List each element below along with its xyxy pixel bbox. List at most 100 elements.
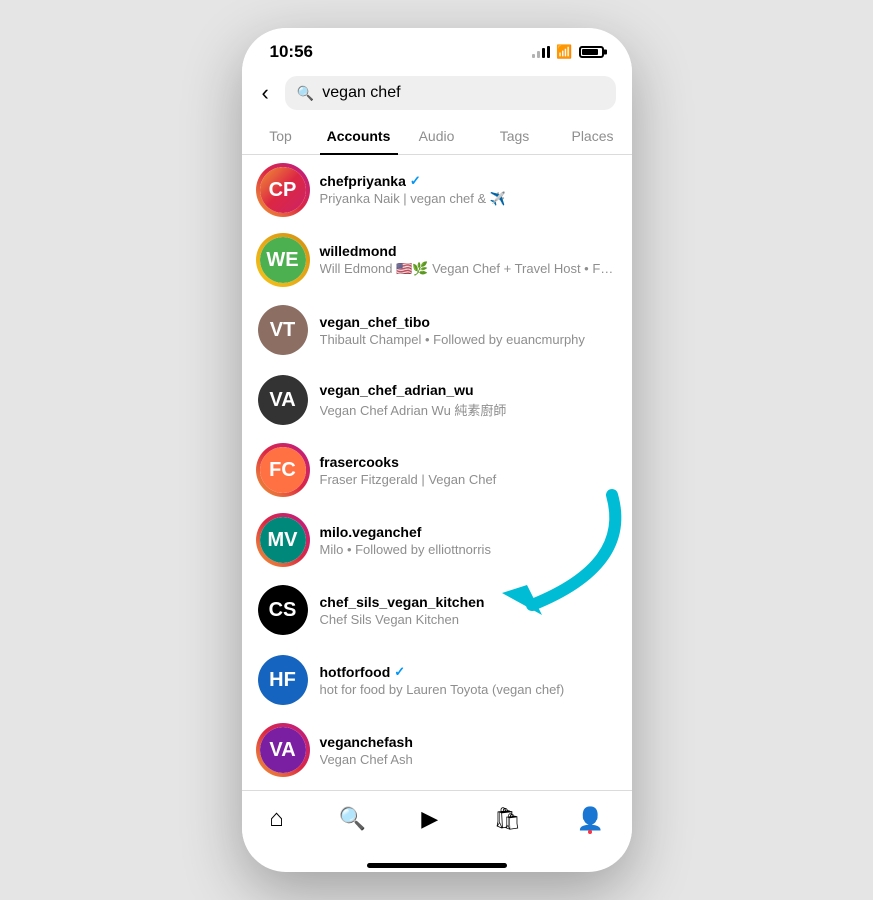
account-desc: Priyanka Naik | vegan chef & ✈️ bbox=[320, 191, 616, 207]
account-username: hotforfood ✓ bbox=[320, 664, 616, 680]
account-username: milo.veganchef bbox=[320, 524, 616, 540]
tab-top[interactable]: Top bbox=[242, 118, 320, 154]
battery-icon bbox=[579, 46, 604, 58]
account-info: veganchefash Vegan Chef Ash bbox=[320, 734, 616, 767]
search-nav-icon: 🔍 bbox=[339, 806, 366, 832]
account-info: vegan_chef_adrian_wu Vegan Chef Adrian W… bbox=[320, 382, 616, 419]
account-item[interactable]: VI veganchef_iceland Þorgerður Ólafsdótt… bbox=[242, 785, 632, 790]
search-header: ‹ 🔍 vegan chef bbox=[242, 68, 632, 118]
account-item[interactable]: CP chefpriyanka ✓ Priyanka Naik | vegan … bbox=[242, 155, 632, 225]
avatar-wrap: WE bbox=[258, 235, 308, 285]
tabs-bar: Top Accounts Audio Tags Places bbox=[242, 118, 632, 155]
account-desc: Milo • Followed by elliottnorris bbox=[320, 542, 616, 557]
avatar-wrap: HF bbox=[258, 655, 308, 705]
account-info: hotforfood ✓ hot for food by Lauren Toyo… bbox=[320, 664, 616, 697]
avatar-inner: WE bbox=[260, 237, 306, 283]
bottom-nav: ⌂ 🔍 ▶ 🛍 👤 bbox=[242, 790, 632, 857]
nav-home[interactable]: ⌂ bbox=[257, 801, 296, 837]
avatar: VA bbox=[260, 727, 306, 773]
account-info: willedmond Will Edmond 🇺🇸🌿 Vegan Chef + … bbox=[320, 243, 616, 277]
account-info: milo.veganchef Milo • Followed by elliot… bbox=[320, 524, 616, 557]
tab-accounts[interactable]: Accounts bbox=[320, 118, 398, 154]
status-time: 10:56 bbox=[270, 42, 313, 62]
account-username: frasercooks bbox=[320, 454, 616, 470]
search-bar[interactable]: 🔍 vegan chef bbox=[285, 76, 616, 110]
account-item[interactable]: FC frasercooks Fraser Fitzgerald | Vegan… bbox=[242, 435, 632, 505]
status-icons: 📶 bbox=[532, 44, 603, 60]
signal-icon bbox=[532, 46, 550, 58]
account-username: veganchefash bbox=[320, 734, 616, 750]
username-text: frasercooks bbox=[320, 454, 399, 470]
avatar-inner: MV bbox=[260, 517, 306, 563]
home-icon: ⌂ bbox=[269, 805, 284, 833]
account-info: frasercooks Fraser Fitzgerald | Vegan Ch… bbox=[320, 454, 616, 487]
tab-places[interactable]: Places bbox=[554, 118, 632, 154]
status-bar: 10:56 📶 bbox=[242, 28, 632, 68]
nav-reels[interactable]: ▶ bbox=[409, 802, 450, 836]
account-username: chefpriyanka ✓ bbox=[320, 173, 616, 189]
account-item[interactable]: CS chef_sils_vegan_kitchen Chef Sils Veg… bbox=[242, 575, 632, 645]
account-item[interactable]: MV milo.veganchef Milo • Followed by ell… bbox=[242, 505, 632, 575]
avatar: WE bbox=[260, 237, 306, 283]
wifi-icon: 📶 bbox=[556, 44, 572, 60]
profile-icon: 👤 bbox=[576, 806, 603, 832]
tab-tags[interactable]: Tags bbox=[476, 118, 554, 154]
username-text: veganchefash bbox=[320, 734, 413, 750]
avatar-wrap: VA bbox=[258, 375, 308, 425]
back-button[interactable]: ‹ bbox=[258, 76, 273, 110]
avatar: HF bbox=[258, 655, 308, 705]
nav-profile[interactable]: 👤 bbox=[564, 802, 615, 836]
account-item[interactable]: WE willedmond Will Edmond 🇺🇸🌿 Vegan Chef… bbox=[242, 225, 632, 295]
content-area: CP chefpriyanka ✓ Priyanka Naik | vegan … bbox=[242, 155, 632, 790]
account-desc: Fraser Fitzgerald | Vegan Chef bbox=[320, 472, 616, 487]
verified-badge: ✓ bbox=[410, 173, 421, 189]
account-item[interactable]: HF hotforfood ✓ hot for food by Lauren T… bbox=[242, 645, 632, 715]
nav-shop[interactable]: 🛍 bbox=[481, 802, 533, 836]
username-text: vegan_chef_tibo bbox=[320, 314, 430, 330]
home-indicator bbox=[367, 863, 507, 868]
username-text: milo.veganchef bbox=[320, 524, 422, 540]
username-text: chefpriyanka bbox=[320, 173, 406, 189]
avatar-wrap: CS bbox=[258, 585, 308, 635]
account-username: vegan_chef_adrian_wu bbox=[320, 382, 616, 398]
shop-icon: 🛍 bbox=[493, 806, 521, 832]
account-desc: Vegan Chef Ash bbox=[320, 752, 616, 767]
username-text: willedmond bbox=[320, 243, 397, 259]
account-username: willedmond bbox=[320, 243, 616, 259]
account-info: chef_sils_vegan_kitchen Chef Sils Vegan … bbox=[320, 594, 616, 627]
reels-icon: ▶ bbox=[421, 806, 438, 832]
avatar-inner: FC bbox=[260, 447, 306, 493]
profile-dot bbox=[588, 830, 592, 834]
avatar-wrap: MV bbox=[258, 515, 308, 565]
username-text: chef_sils_vegan_kitchen bbox=[320, 594, 485, 610]
accounts-list: CP chefpriyanka ✓ Priyanka Naik | vegan … bbox=[242, 155, 632, 790]
search-icon: 🔍 bbox=[297, 85, 314, 102]
avatar: CS bbox=[258, 585, 308, 635]
account-desc: hot for food by Lauren Toyota (vegan che… bbox=[320, 682, 616, 697]
account-item[interactable]: VA veganchefash Vegan Chef Ash bbox=[242, 715, 632, 785]
avatar-wrap: VT bbox=[258, 305, 308, 355]
avatar-wrap: VA bbox=[258, 725, 308, 775]
account-desc: Will Edmond 🇺🇸🌿 Vegan Chef + Travel Host… bbox=[320, 261, 616, 277]
account-desc: Thibault Champel • Followed by euancmurp… bbox=[320, 332, 616, 347]
verified-badge: ✓ bbox=[394, 664, 405, 680]
username-text: hotforfood bbox=[320, 664, 391, 680]
account-username: chef_sils_vegan_kitchen bbox=[320, 594, 616, 610]
account-item[interactable]: VA vegan_chef_adrian_wu Vegan Chef Adria… bbox=[242, 365, 632, 435]
avatar-wrap: CP bbox=[258, 165, 308, 215]
avatar-wrap: FC bbox=[258, 445, 308, 495]
account-desc: Vegan Chef Adrian Wu 純素廚師 bbox=[320, 400, 616, 419]
avatar: VA bbox=[258, 375, 308, 425]
account-info: vegan_chef_tibo Thibault Champel • Follo… bbox=[320, 314, 616, 347]
avatar: MV bbox=[260, 517, 306, 563]
avatar-inner: CP bbox=[260, 167, 306, 213]
avatar: FC bbox=[260, 447, 306, 493]
avatar-inner: VA bbox=[260, 727, 306, 773]
search-query: vegan chef bbox=[322, 84, 400, 102]
account-item[interactable]: VT vegan_chef_tibo Thibault Champel • Fo… bbox=[242, 295, 632, 365]
avatar: CP bbox=[260, 167, 306, 213]
account-desc: Chef Sils Vegan Kitchen bbox=[320, 612, 616, 627]
nav-search[interactable]: 🔍 bbox=[327, 802, 378, 836]
username-text: vegan_chef_adrian_wu bbox=[320, 382, 474, 398]
tab-audio[interactable]: Audio bbox=[398, 118, 476, 154]
